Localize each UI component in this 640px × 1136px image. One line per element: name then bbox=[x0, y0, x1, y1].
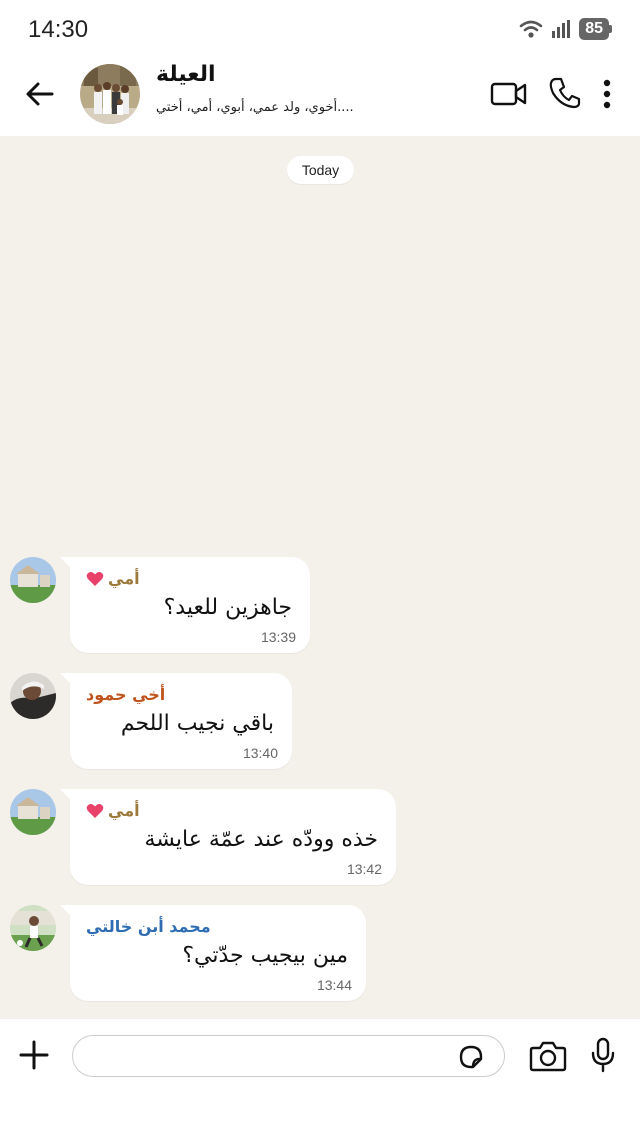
sender-name: أمي bbox=[108, 801, 140, 820]
battery-icon: 85 bbox=[579, 18, 612, 40]
sender-avatar[interactable] bbox=[10, 905, 56, 951]
wifi-icon bbox=[519, 20, 543, 38]
message-time: 13:44 bbox=[316, 977, 352, 993]
message-time: 13:40 bbox=[242, 745, 278, 761]
sender-name-row: أمي bbox=[86, 569, 140, 588]
message-text: خذه وودّه عند عمّة عايشة bbox=[144, 827, 378, 852]
message-text: جاهزين للعيد؟ bbox=[163, 595, 292, 620]
message-input[interactable] bbox=[72, 1035, 505, 1077]
message-time: 13:42 bbox=[346, 861, 382, 877]
sender-name: أخي حمود bbox=[86, 685, 166, 704]
sender-avatar[interactable] bbox=[10, 557, 56, 603]
chat-header: العيلة ....أخوي، ولد عمي، أبوي، أمي، أخت… bbox=[0, 58, 640, 136]
group-avatar[interactable] bbox=[80, 64, 140, 124]
sender-avatar[interactable] bbox=[10, 673, 56, 719]
date-separator: Today bbox=[287, 156, 354, 184]
message-text: مين بيجيب جدّتي؟ bbox=[182, 943, 348, 968]
message-bubble[interactable]: أمي خذه وودّه عند عمّة عايشة 13:42 bbox=[60, 789, 396, 885]
battery-level: 85 bbox=[579, 18, 609, 40]
status-bar: 14:30 85 bbox=[0, 0, 640, 58]
status-time: 14:30 bbox=[28, 16, 89, 43]
message-time: 13:39 bbox=[260, 629, 296, 645]
heart-icon bbox=[86, 571, 104, 586]
sender-name: محمد أبن خالتي bbox=[86, 917, 211, 936]
sender-name-row: أمي bbox=[86, 801, 140, 820]
mic-icon[interactable] bbox=[590, 1037, 616, 1073]
composer-bar bbox=[0, 1018, 640, 1136]
camera-icon[interactable] bbox=[529, 1039, 567, 1073]
sticker-icon[interactable] bbox=[457, 1043, 485, 1071]
plus-icon[interactable] bbox=[18, 1039, 50, 1071]
phone-icon[interactable] bbox=[548, 76, 582, 110]
signal-icon bbox=[552, 20, 571, 38]
sender-name-row: أخي حمود bbox=[86, 685, 165, 704]
message-bubble[interactable]: أمي جاهزين للعيد؟ 13:39 bbox=[60, 557, 310, 653]
chat-members[interactable]: ....أخوي، ولد عمي، أبوي، أمي، أختي bbox=[156, 100, 354, 115]
sender-name-row: محمد أبن خالتي bbox=[86, 917, 211, 936]
message-text: باقي نجيب اللحم bbox=[120, 711, 274, 736]
heart-icon bbox=[86, 803, 104, 818]
more-vertical-icon[interactable] bbox=[600, 78, 614, 110]
chat-title[interactable]: العيلة bbox=[156, 62, 216, 87]
status-icons: 85 bbox=[519, 18, 612, 40]
back-arrow-icon[interactable] bbox=[22, 76, 58, 112]
video-call-icon[interactable] bbox=[490, 80, 528, 108]
sender-name: أمي bbox=[108, 569, 140, 588]
message-bubble[interactable]: أخي حمود باقي نجيب اللحم 13:40 bbox=[60, 673, 292, 769]
sender-avatar[interactable] bbox=[10, 789, 56, 835]
message-bubble[interactable]: محمد أبن خالتي مين بيجيب جدّتي؟ 13:44 bbox=[60, 905, 366, 1001]
